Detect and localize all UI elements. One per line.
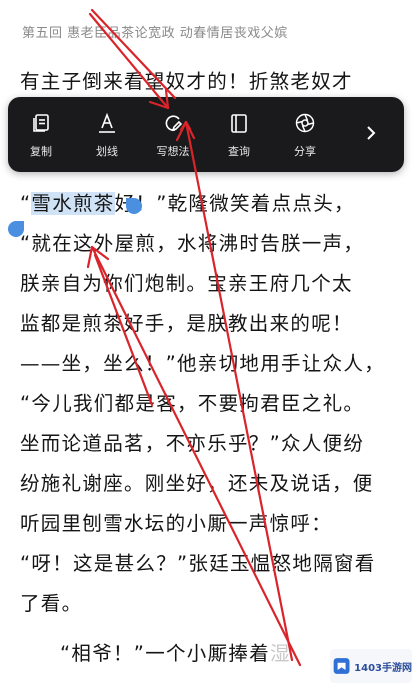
text-line-12: 了看。 — [20, 592, 83, 615]
share-icon — [294, 111, 316, 135]
text-line-10: 听园里刨雪水坛的小厮一声惊呼： — [20, 512, 333, 535]
text-line-13-main: “相爷！”一个小厮捧着 — [60, 642, 271, 665]
lookup-label: 查询 — [228, 144, 250, 158]
underline-icon — [96, 111, 118, 135]
text-line-6: ——坐，坐么！”他亲切地用手让众人， — [20, 352, 386, 375]
open-quote: “ — [20, 192, 32, 215]
selection-toolbar: 复制 划线 写想法 查询 分享 — [8, 97, 404, 172]
text-line-8: 坐而论道品茗，不亦乐乎？”众人便纷 — [20, 432, 365, 455]
more-options-button[interactable] — [338, 122, 404, 147]
copy-button[interactable]: 复制 — [8, 97, 74, 172]
copy-label: 复制 — [30, 144, 52, 158]
text-line-2: “雪水煎茶好！”乾隆微笑着点点头， — [20, 190, 355, 218]
text-line-3: “就在这外屋煎，水将沸时告朕一声， — [20, 232, 365, 255]
selected-text[interactable]: 雪水煎茶 — [31, 192, 115, 215]
selection-end-handle[interactable] — [126, 198, 142, 214]
write-thought-icon — [162, 111, 184, 135]
text-line-4: 朕亲自为你们炮制。宝亲王府几个太 — [20, 272, 353, 295]
copy-icon — [30, 111, 52, 135]
chevron-right-icon — [365, 122, 377, 147]
text-line-1: 有主子倒来看望奴才的！折煞老奴才 — [20, 70, 353, 93]
share-button[interactable]: 分享 — [272, 97, 338, 172]
text-line-5: 监都是煎茶好手，是朕教出来的呢！ — [20, 312, 353, 335]
selection-start-handle[interactable] — [8, 221, 24, 237]
share-label: 分享 — [294, 144, 316, 158]
text-line-9: 纷施礼谢座。刚坐好，还未及说话，便 — [20, 472, 374, 495]
text-line-2-rest: 好！”乾隆微笑着点点头， — [114, 192, 355, 215]
write-thought-button[interactable]: 写想法 — [140, 97, 206, 172]
text-line-7: “今儿我们都是客，不要拘君臣之礼。 — [20, 392, 365, 415]
underline-label: 划线 — [96, 144, 118, 158]
chapter-title: 第五回 惠老臣品茶论宽政 动春情居丧戏父嫔 — [22, 26, 288, 41]
lookup-button[interactable]: 查询 — [206, 97, 272, 172]
underline-button[interactable]: 划线 — [74, 97, 140, 172]
text-line-13-faded: 湿 — [270, 642, 291, 665]
text-line-13: “相爷！”一个小厮捧着湿 — [60, 640, 291, 668]
text-line-11: “呀！这是甚么？”张廷玉愠怒地隔窗看 — [20, 552, 376, 575]
watermark-text: 1403手游网 — [354, 662, 412, 674]
watermark-logo-icon — [333, 658, 350, 674]
lookup-icon — [228, 111, 250, 135]
watermark: 1403手游网 — [330, 649, 412, 683]
write-thought-label: 写想法 — [156, 144, 190, 158]
